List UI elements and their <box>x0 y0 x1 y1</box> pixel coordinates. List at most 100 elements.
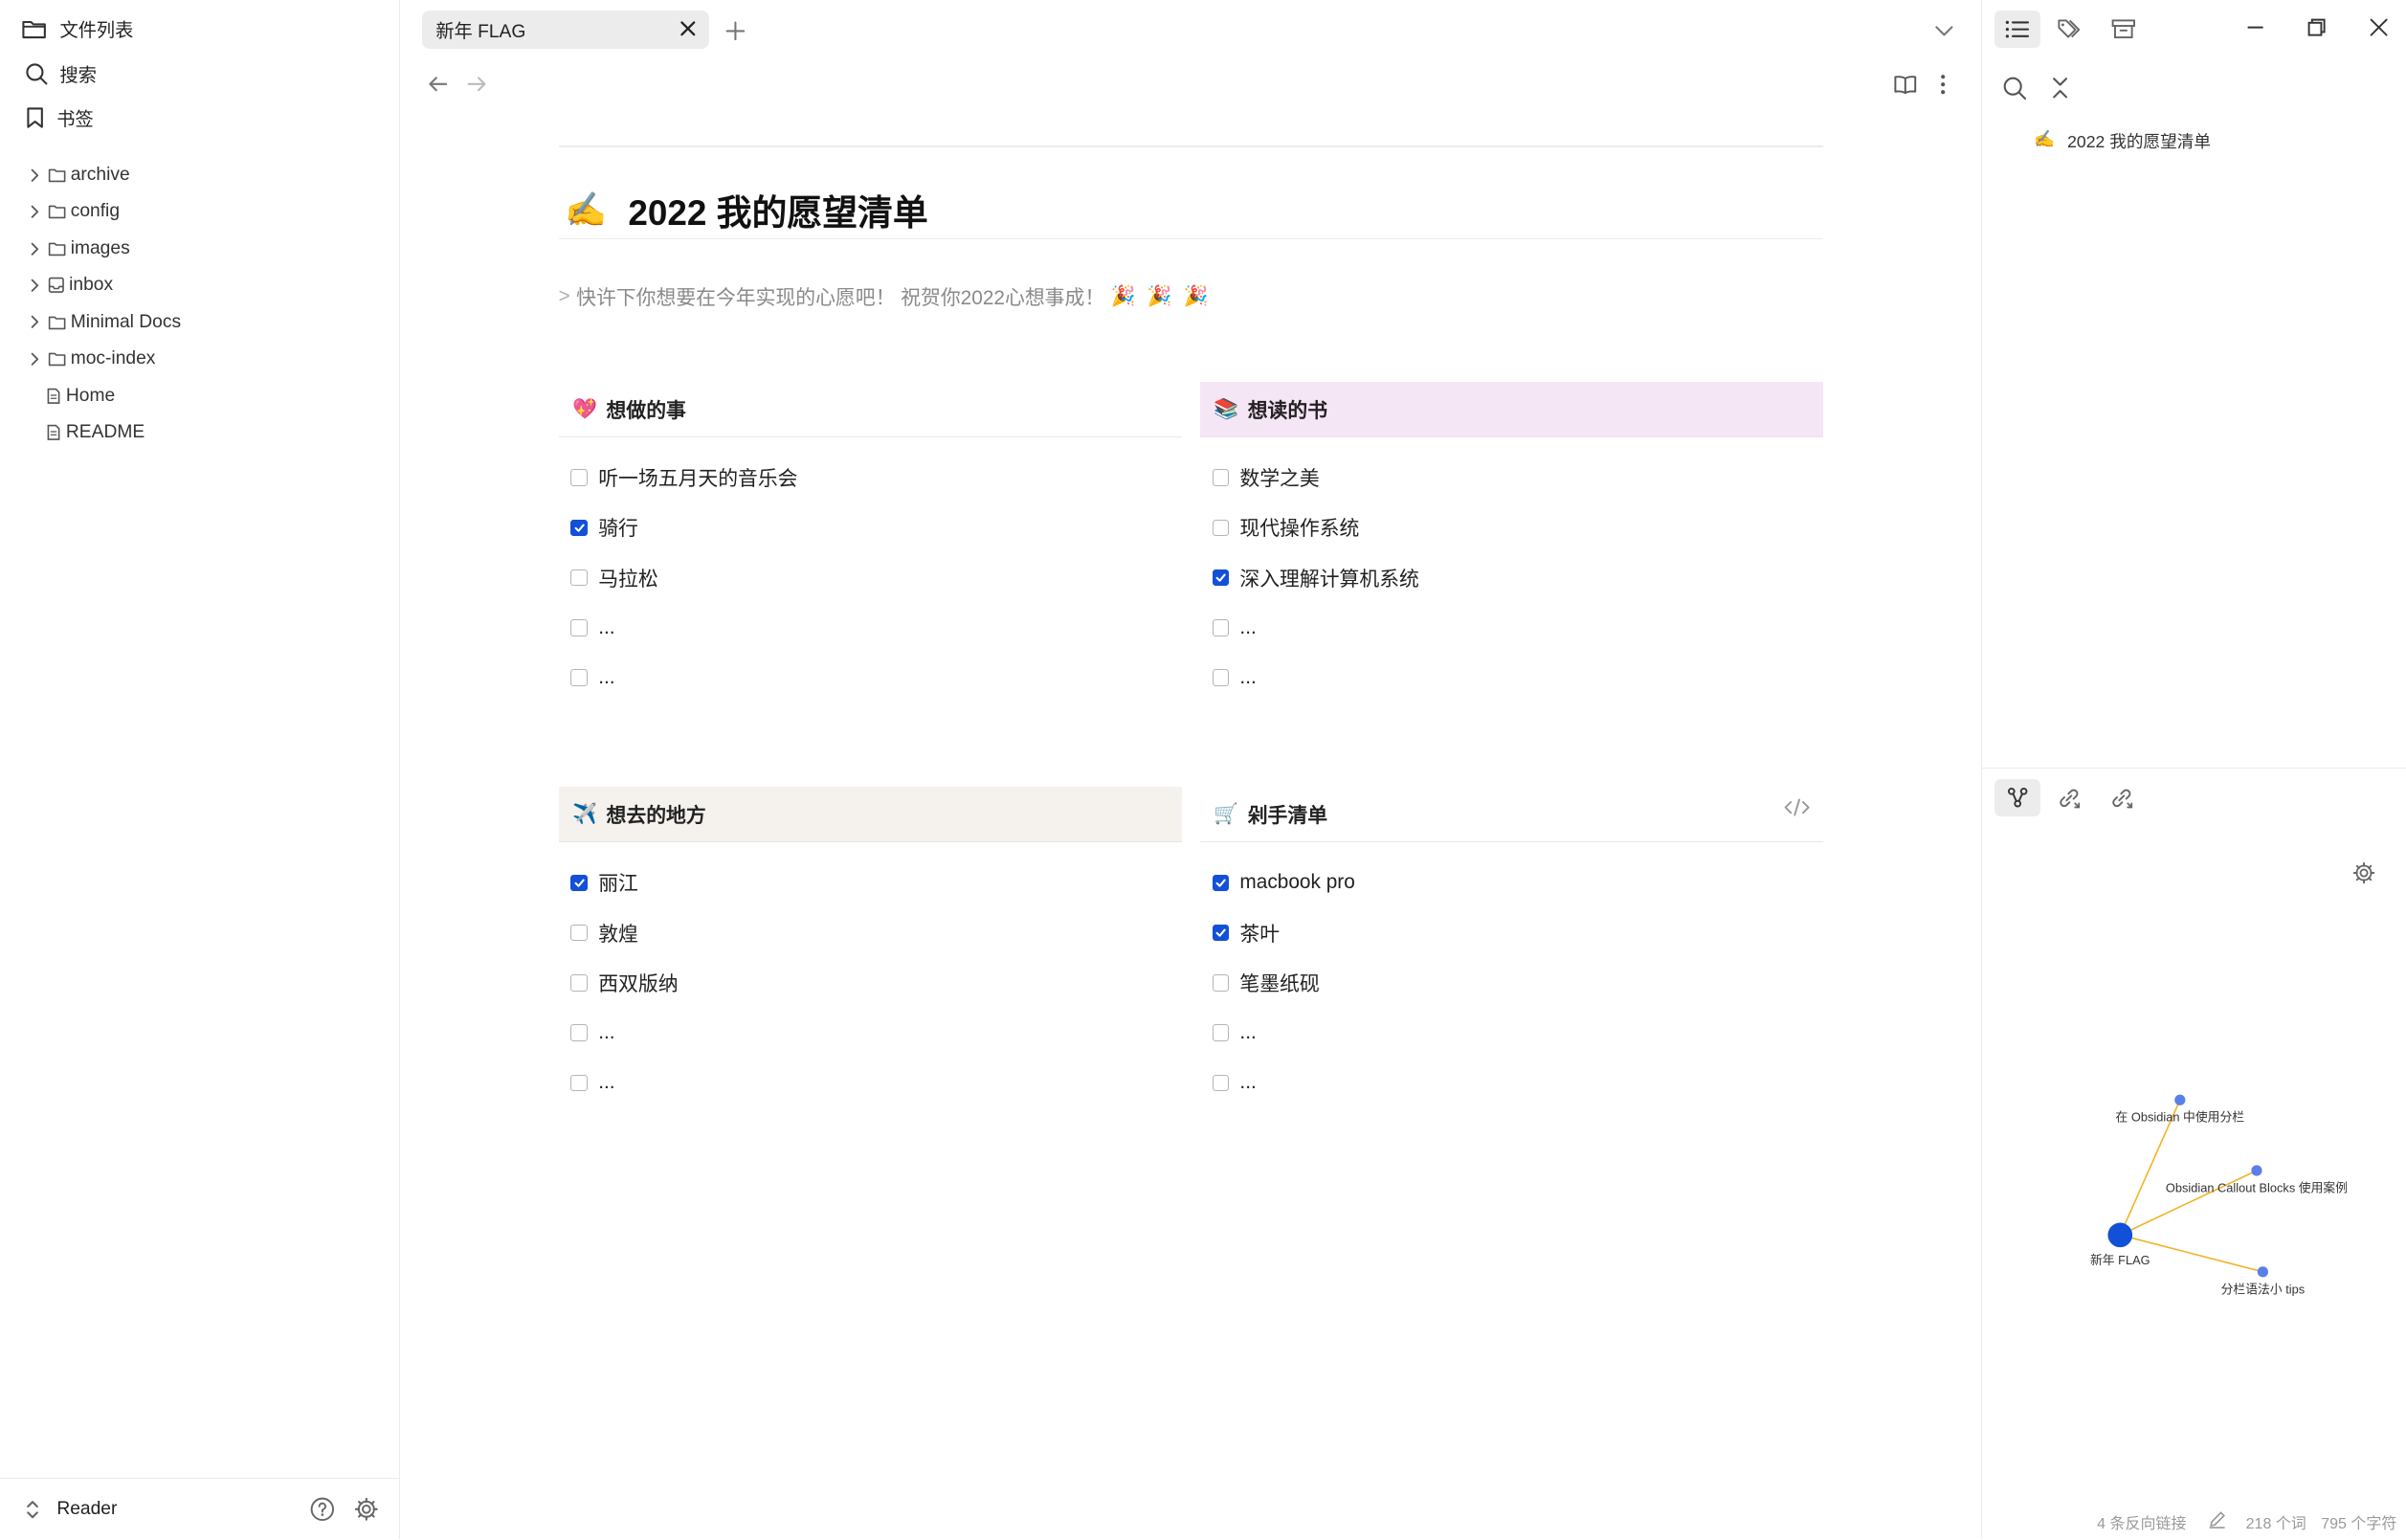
tree-folder[interactable]: config <box>28 196 120 227</box>
task-item: 笔墨纸砚 <box>1200 958 1823 1008</box>
outline-list-icon <box>2005 20 2030 38</box>
edit-block-code-icon[interactable] <box>1783 795 1811 820</box>
task-text: ... <box>598 1071 615 1094</box>
checkbox-checked[interactable] <box>1212 924 1230 942</box>
tab-new-year-flag[interactable]: 新年 FLAG <box>421 11 709 50</box>
file-icon <box>46 424 61 441</box>
tab-list-chevron-down-icon[interactable] <box>1932 18 1957 43</box>
checkbox-checked[interactable] <box>570 519 589 537</box>
checkbox[interactable] <box>570 974 589 992</box>
writing-hand-emoji: ✍️ <box>2034 128 2056 148</box>
local-graph[interactable]: 新年 FLAG 在 Obsidian 中使用分栏 Obsidian Callout … <box>1982 1074 2406 1320</box>
tags-tab[interactable] <box>2048 11 2094 47</box>
graph-node[interactable] <box>2174 1094 2186 1106</box>
tree-folder[interactable]: Minimal Docs <box>28 307 181 338</box>
checkbox[interactable] <box>1212 519 1230 537</box>
bookmarks-tab[interactable]: 书签 <box>26 101 94 135</box>
reading-mode-book-icon[interactable] <box>1892 71 1920 99</box>
close-icon[interactable] <box>679 20 697 37</box>
task-item: 数学之美 <box>1200 453 1823 502</box>
column-todo: 💖 想做的事 听一场五月天的音乐会 骑行 马拉松...... <box>558 382 1182 703</box>
collapse-all-icon[interactable] <box>2046 74 2074 101</box>
tree-file[interactable]: README <box>46 417 145 448</box>
close-window-icon[interactable] <box>2367 15 2392 40</box>
forward-arrow-icon[interactable] <box>465 72 490 97</box>
tree-folder[interactable]: inbox <box>28 270 113 301</box>
chevron-right-icon[interactable] <box>28 242 43 256</box>
backlinks-tab[interactable] <box>2046 779 2092 815</box>
chevron-right-icon[interactable] <box>28 315 43 329</box>
checkbox[interactable] <box>1212 974 1230 992</box>
checkbox[interactable] <box>1212 469 1230 486</box>
graph-node[interactable] <box>2257 1266 2268 1278</box>
chevron-right-icon[interactable] <box>28 352 43 366</box>
tree-file[interactable]: Home <box>46 381 115 412</box>
chevron-right-icon[interactable] <box>28 279 43 292</box>
tree-file-label: Home <box>65 385 116 406</box>
checkbox[interactable] <box>570 669 589 686</box>
folder-icon <box>48 167 66 183</box>
column-heading: 💖 想做的事 <box>558 382 1182 437</box>
vault-switcher-icon[interactable] <box>25 1499 40 1520</box>
checkmark-icon <box>1215 573 1226 582</box>
tree-folder[interactable]: moc-index <box>28 344 155 374</box>
checkbox-checked[interactable] <box>1212 569 1230 587</box>
checkbox[interactable] <box>1212 1074 1230 1092</box>
more-options-icon[interactable] <box>1932 71 1953 99</box>
task-text: 马拉松 <box>598 568 658 591</box>
callout-quote: > 快许下你想要在今年实现的心愿吧！ 祝贺你2022心想事成！ 🎉 🎉 🎉 <box>559 282 1212 311</box>
checkbox[interactable] <box>570 569 589 587</box>
vault-name[interactable]: Reader <box>56 1499 117 1520</box>
checkbox[interactable] <box>1212 669 1230 686</box>
graph-node-current[interactable] <box>2107 1222 2132 1248</box>
tree-folder[interactable]: archive <box>28 160 130 190</box>
chevron-right-icon[interactable] <box>28 168 43 182</box>
chevron-right-icon[interactable] <box>28 205 43 218</box>
task-text: ... <box>1239 666 1257 689</box>
outline-search-icon[interactable] <box>2000 74 2028 101</box>
checkbox[interactable] <box>570 924 589 942</box>
local-graph-tab[interactable] <box>1994 779 2040 816</box>
title-writing-hand-emoji: ✍️ <box>564 191 607 230</box>
tree-folder[interactable]: images <box>28 234 130 264</box>
task-list: 听一场五月天的音乐会 骑行 马拉松...... <box>559 437 1182 703</box>
task-text: 骑行 <box>598 518 638 541</box>
checkbox[interactable] <box>570 1024 589 1041</box>
heading-emoji: 🛒 <box>1214 802 1239 825</box>
graph-node-label: 分栏语法小 tips <box>2220 1283 2305 1297</box>
checkbox[interactable] <box>570 619 589 636</box>
task-item: ... <box>1200 1058 1823 1107</box>
archive-tab[interactable] <box>2100 11 2146 47</box>
heading-emoji: 📚 <box>1214 397 1239 420</box>
help-icon[interactable] <box>310 1497 335 1522</box>
restore-window-icon[interactable] <box>2305 15 2329 40</box>
checkbox[interactable] <box>570 469 589 486</box>
task-item: ... <box>1200 1008 1823 1058</box>
outline-tab[interactable] <box>1994 11 2040 48</box>
pencil-icon[interactable] <box>2208 1510 2226 1529</box>
back-arrow-icon[interactable] <box>425 72 450 97</box>
tree-folder-label: archive <box>70 164 130 185</box>
file-list-tab[interactable]: 文件列表 <box>21 12 133 46</box>
task-item: 骑行 <box>559 502 1182 552</box>
new-tab-plus-icon[interactable] <box>723 18 747 43</box>
task-item: 听一场五月天的音乐会 <box>559 453 1182 502</box>
backlinks-count[interactable]: 4 条反向链接 <box>2097 1510 2186 1533</box>
graph-node[interactable] <box>2251 1165 2262 1176</box>
outline-item[interactable]: ✍️ 2022 我的愿望清单 <box>2034 129 2211 153</box>
minimize-icon[interactable] <box>2242 15 2267 40</box>
bookmarks-label: 书签 <box>56 110 94 131</box>
search-tab[interactable]: 搜索 <box>25 56 97 90</box>
task-list: 丽江 敦煌 西双版纳...... <box>559 842 1182 1107</box>
heading-emoji: 💖 <box>572 397 597 420</box>
task-item: 深入理解计算机系统 <box>1200 553 1823 603</box>
checkbox-checked[interactable] <box>1212 874 1230 892</box>
checkbox[interactable] <box>570 1074 589 1092</box>
checkbox[interactable] <box>1212 619 1230 636</box>
outgoing-links-tab[interactable] <box>2099 779 2145 815</box>
settings-gear-icon[interactable] <box>354 1497 379 1522</box>
file-list-label: 文件列表 <box>59 21 134 42</box>
checkbox[interactable] <box>1212 1024 1230 1041</box>
graph-settings-gear-icon[interactable] <box>2350 859 2378 887</box>
checkbox-checked[interactable] <box>570 874 589 892</box>
